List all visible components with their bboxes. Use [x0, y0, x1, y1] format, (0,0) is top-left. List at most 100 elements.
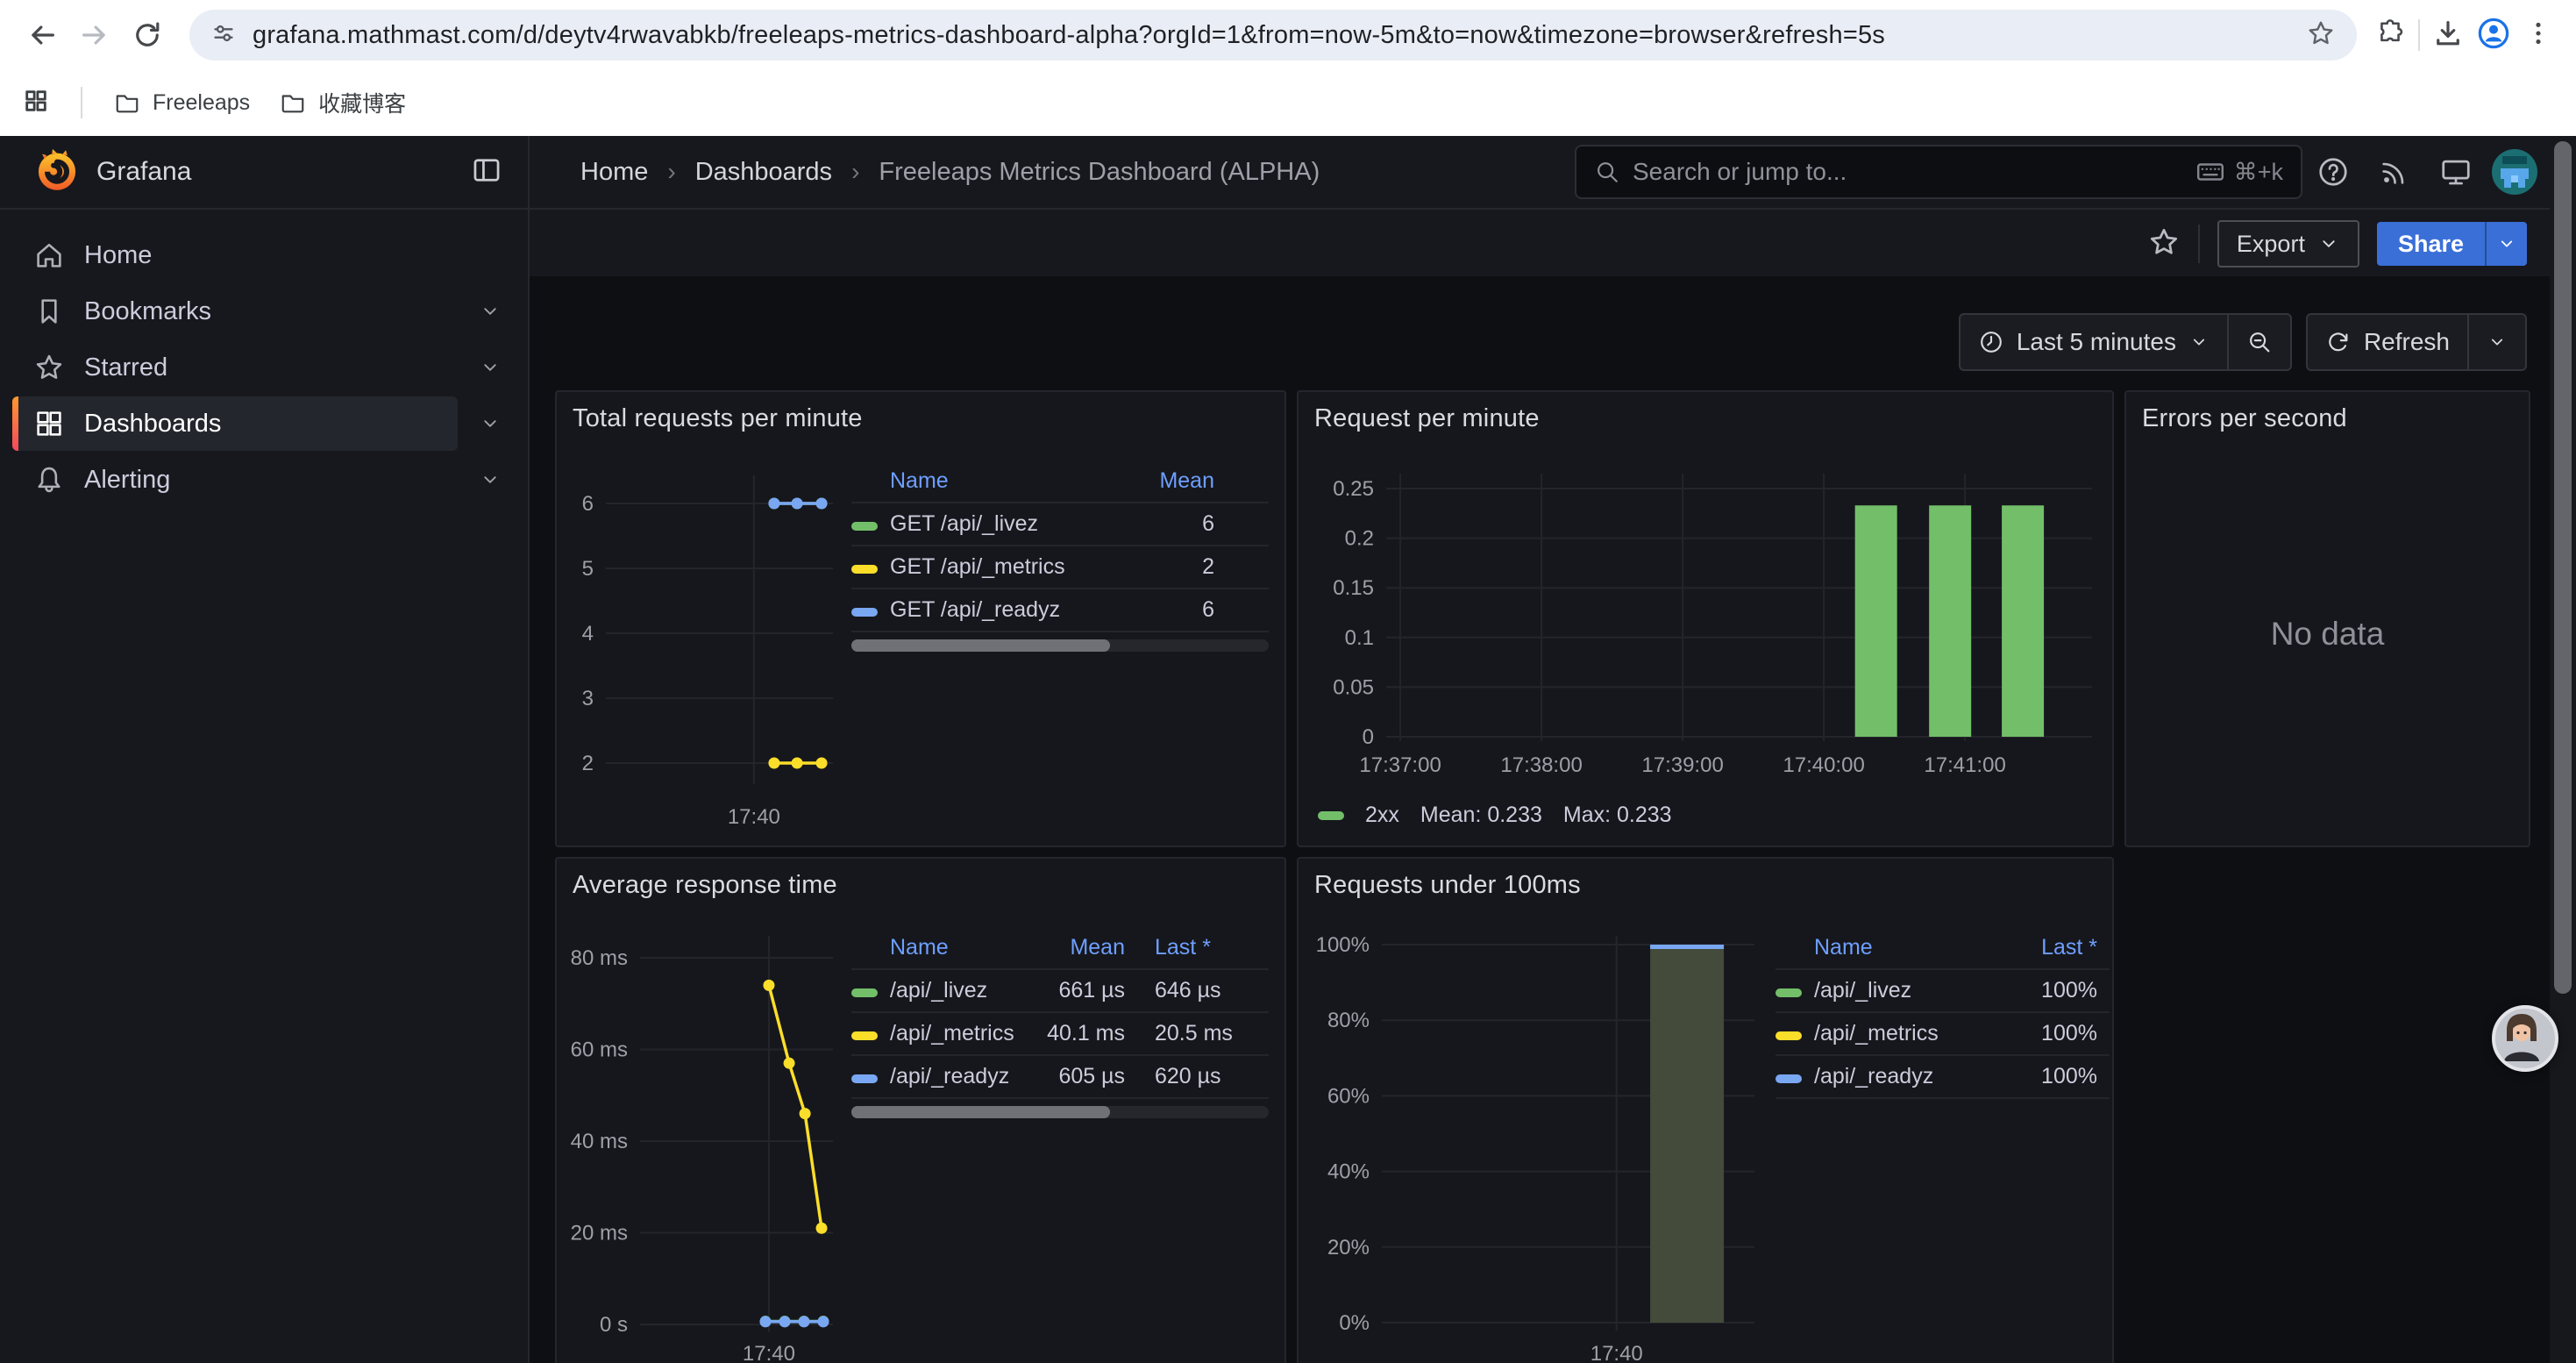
forward-icon[interactable] [70, 11, 119, 60]
refresh-button[interactable]: Refresh [2308, 315, 2467, 369]
bookmark-star-icon[interactable] [2306, 18, 2336, 53]
export-button[interactable]: Export [2217, 220, 2359, 268]
sidebar-item-alerting[interactable]: Alerting [0, 452, 528, 508]
legend-series-name[interactable]: /api/_readyz [1814, 1064, 2006, 1089]
chart-request-per-minute[interactable]: 0.250.20.150.10.05017:37:0017:38:0017:39… [1299, 392, 2112, 846]
legend-h-scrollbar[interactable] [851, 639, 1269, 652]
sidebar-item-home[interactable]: Home [0, 227, 528, 283]
bookmark-folder-freeleaps[interactable]: Freeleaps [114, 89, 250, 116]
series-color-dash [851, 597, 890, 623]
legend-series-name[interactable]: GET /api/_metrics [890, 554, 1123, 580]
chevron-down-icon[interactable] [479, 412, 502, 435]
legend-max: Max: 0.233 [1563, 803, 1672, 828]
breadcrumb-home[interactable]: Home [580, 158, 648, 187]
sidebar-collapse-icon[interactable] [470, 153, 503, 191]
legend-series-name[interactable]: /api/_metrics [890, 1021, 1034, 1046]
legend-scrollbar-thumb[interactable] [851, 1106, 1110, 1118]
legend-series-name[interactable]: 2xx [1365, 803, 1399, 828]
sidebar-item-bookmarks[interactable]: Bookmarks [0, 283, 528, 339]
legend-header-mean[interactable]: Mean [1034, 935, 1125, 960]
panel-errors-per-second: Errors per second No data [2124, 390, 2530, 847]
refresh-interval-button[interactable] [2467, 315, 2525, 369]
share-menu-button[interactable] [2485, 222, 2527, 266]
data-point [779, 1316, 791, 1327]
legend-h-scrollbar[interactable] [851, 1106, 1269, 1118]
help-icon[interactable] [2302, 146, 2364, 197]
monitor-icon[interactable] [2425, 146, 2487, 197]
shortcut-label: ⌘+k [2234, 159, 2283, 186]
zoom-out-button[interactable] [2227, 315, 2290, 369]
page-scrollbar[interactable] [2550, 136, 2576, 1363]
apps-grid-icon[interactable] [23, 88, 49, 118]
legend-row: /api/_readyz100% [1775, 1056, 2110, 1099]
bar [1650, 945, 1724, 1323]
y-tick-label: 80 ms [571, 946, 628, 970]
legend-header-mean[interactable]: Mean [1123, 468, 1214, 494]
dashboards-icon [33, 408, 65, 439]
breadcrumb: Home Dashboards Freeleaps Metrics Dashbo… [580, 158, 1320, 187]
legend-series-name[interactable]: GET /api/_livez [890, 511, 1123, 537]
data-point [760, 1316, 772, 1327]
grafana-logo[interactable] [33, 146, 81, 198]
user-avatar[interactable] [2492, 149, 2537, 195]
legend-header-name[interactable]: Name [1814, 935, 2006, 960]
chevron-down-icon [2496, 233, 2517, 254]
sidebar: Grafana HomeBookmarksStarredDashboardsAl… [0, 136, 530, 1363]
data-point [818, 1316, 829, 1327]
news-rss-icon[interactable] [2364, 146, 2425, 197]
sidebar-item-label: Home [84, 241, 152, 270]
legend-header-last[interactable]: Last * [1125, 935, 1269, 960]
legend-series-name[interactable]: /api/_livez [1814, 978, 2006, 1003]
share-button-group: Share [2377, 222, 2527, 266]
sidebar-item-dashboards[interactable]: Dashboards [0, 396, 528, 452]
bookmarks-divider [81, 87, 82, 118]
series-color-dash [1318, 811, 1344, 820]
legend-value: 605 µs [1034, 1064, 1125, 1089]
legend-mean: Mean: 0.233 [1420, 803, 1542, 828]
y-tick-label: 80% [1327, 1009, 1370, 1032]
sidebar-item-starred[interactable]: Starred [0, 339, 528, 396]
profile-icon[interactable] [2476, 16, 2511, 55]
chevron-down-icon[interactable] [479, 356, 502, 379]
download-icon[interactable] [2432, 18, 2464, 54]
menu-kebab-icon[interactable] [2523, 18, 2553, 53]
legend-header-name[interactable]: Name [890, 468, 1123, 494]
browser-chrome: grafana.mathmast.com/d/deytv4rwavabkb/fr… [0, 0, 2576, 136]
share-label: Share [2398, 231, 2464, 258]
alerting-icon [33, 464, 65, 496]
url-text[interactable]: grafana.mathmast.com/d/deytv4rwavabkb/fr… [253, 21, 2306, 50]
search-input[interactable]: Search or jump to... ⌘+k [1575, 145, 2302, 199]
reload-icon[interactable] [123, 11, 172, 60]
legend-header-name[interactable]: Name [890, 935, 1034, 960]
sidebar-item-label: Bookmarks [84, 297, 211, 326]
series-color-dash [851, 511, 890, 537]
legend-series-name[interactable]: GET /api/_readyz [890, 597, 1123, 623]
legend-row: /api/_livez100% [1775, 970, 2110, 1013]
clock-icon [1978, 329, 2004, 355]
floating-assistant-avatar[interactable] [2492, 1005, 2558, 1072]
site-settings-icon[interactable] [210, 20, 237, 51]
legend-scrollbar-thumb[interactable] [851, 639, 1110, 652]
legend-series-name[interactable]: /api/_livez [890, 978, 1034, 1003]
chevron-down-icon[interactable] [479, 300, 502, 323]
legend-series-name[interactable]: /api/_metrics [1814, 1021, 2006, 1046]
legend-series-name[interactable]: /api/_readyz [890, 1064, 1034, 1089]
panel-title[interactable]: Errors per second [2142, 404, 2347, 433]
back-icon[interactable] [18, 11, 67, 60]
scrollbar-thumb[interactable] [2554, 141, 2572, 994]
extensions-icon[interactable] [2374, 18, 2406, 54]
breadcrumb-dashboards[interactable]: Dashboards [648, 158, 832, 187]
legend-header-last[interactable]: Last * [2006, 935, 2097, 960]
bookmark-folder-blogs[interactable]: 收藏博客 [280, 87, 406, 118]
legend-row: GET /api/_metrics2 [851, 546, 1269, 589]
time-controls: Last 5 minutes Refresh [1959, 313, 2527, 371]
x-tick-label: 17:40 [743, 1342, 795, 1363]
time-range-button[interactable]: Last 5 minutes [1960, 315, 2227, 369]
bar [1929, 505, 1971, 737]
legend-header-row: NameMeanLast * [851, 927, 1269, 970]
legend-row: 2xx Mean: 0.233 Max: 0.233 [1318, 803, 1672, 828]
url-bar[interactable]: grafana.mathmast.com/d/deytv4rwavabkb/fr… [189, 10, 2357, 61]
chevron-down-icon[interactable] [479, 468, 502, 491]
favorite-star-icon[interactable] [2147, 225, 2181, 263]
share-button[interactable]: Share [2377, 222, 2485, 266]
